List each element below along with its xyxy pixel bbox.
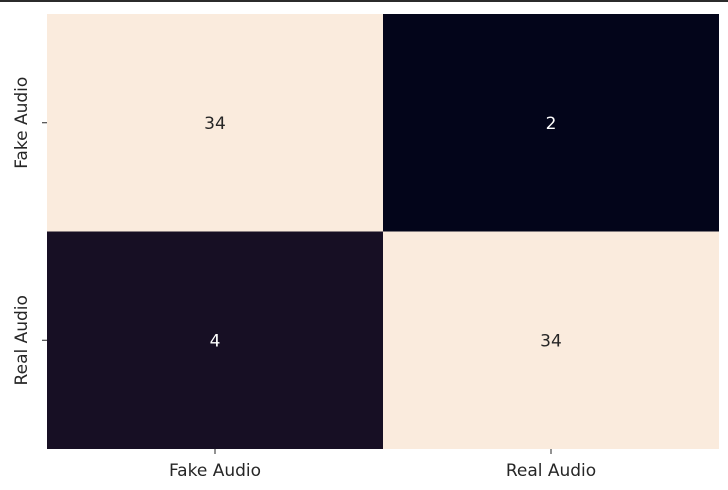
x-tick-label: Fake Audio — [169, 461, 261, 481]
cell-value-label: 34 — [540, 331, 562, 351]
x-tick-label: Real Audio — [506, 461, 596, 481]
y-tick-label: Fake Audio — [12, 77, 32, 169]
heatmap-svg: 34 2 4 34 Fake Audio Real Audio Fake Audio Real… — [12, 14, 719, 481]
confusion-matrix-heatmap: 34 2 4 34 Fake Audio Real Audio Fake Audio Real… — [0, 0, 728, 490]
y-tick-label: Real Audio — [12, 295, 32, 385]
cell-value-label: 4 — [210, 331, 221, 351]
cell-value-label: 34 — [204, 114, 226, 134]
cell-value-label: 2 — [546, 114, 557, 134]
